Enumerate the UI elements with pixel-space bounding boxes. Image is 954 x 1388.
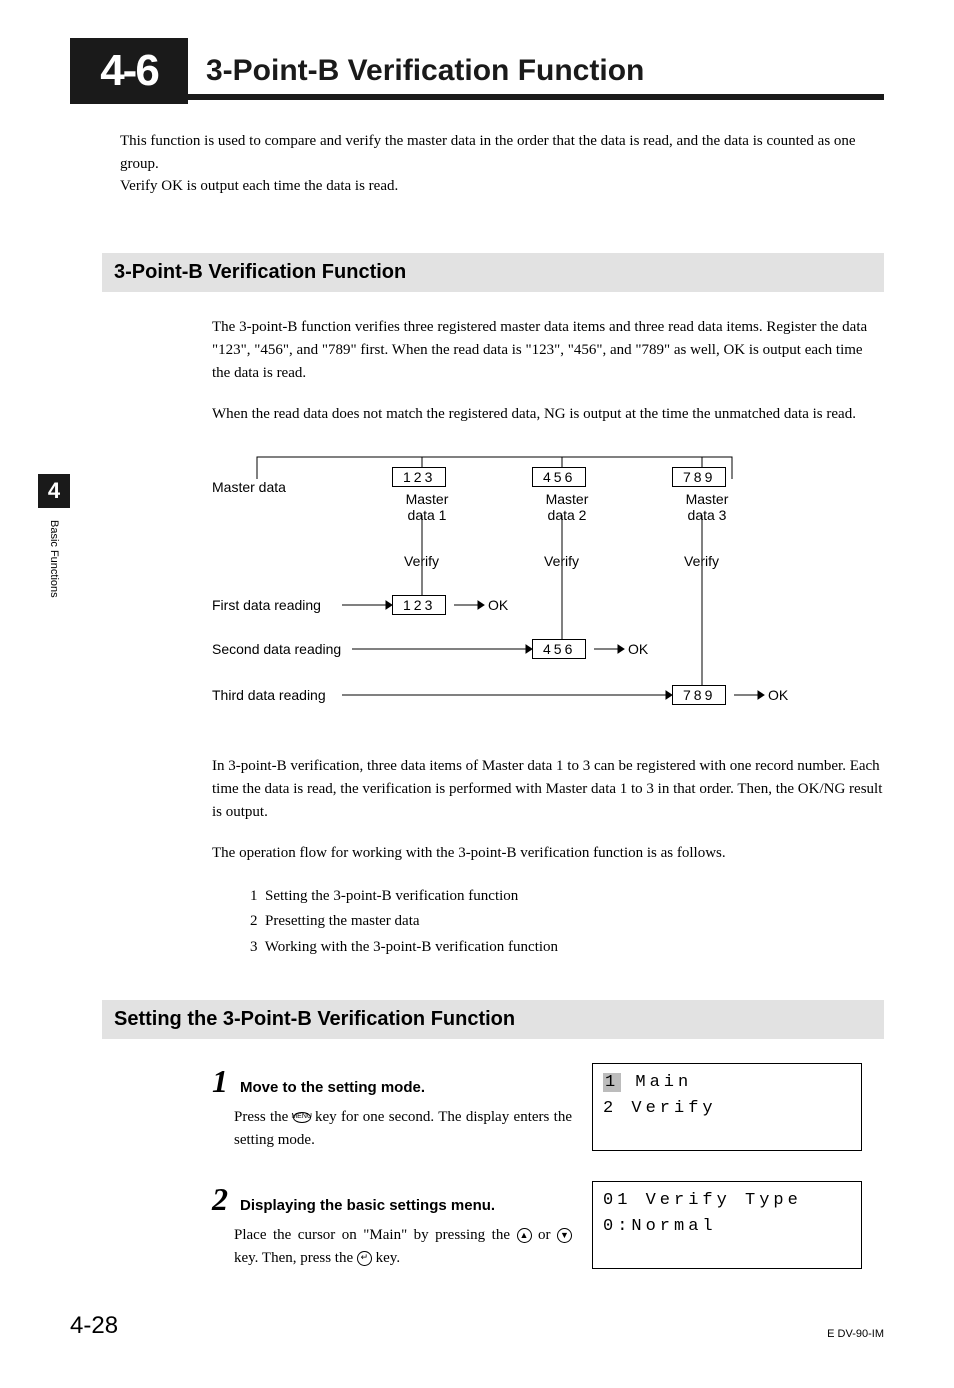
diagram-reading-box: 456	[532, 639, 586, 659]
diagram-reading-label: Third data reading	[212, 687, 326, 703]
up-key-icon: ▲	[517, 1228, 532, 1243]
diagram-master-box: 123	[392, 467, 446, 487]
step-body: Place the cursor on "Main" by pressing t…	[234, 1224, 572, 1269]
list-item: 2 Presetting the master data	[250, 909, 884, 935]
diagram-verify-label: Verify	[684, 553, 719, 569]
step: 1 Move to the setting mode. Press the ME…	[212, 1063, 884, 1151]
diagram-result-label: OK	[628, 641, 648, 657]
down-key-icon: ▼	[557, 1228, 572, 1243]
verification-diagram: Master data 123 Master data 1 456 Master…	[212, 447, 822, 737]
body-paragraph: The 3-point-B function verifies three re…	[212, 316, 884, 386]
side-tab-number: 4	[38, 474, 70, 508]
diagram-reading-box: 123	[392, 595, 446, 615]
body-paragraph: The operation flow for working with the …	[212, 842, 884, 865]
diagram-master-label: Master data 2	[540, 491, 594, 525]
diagram-result-label: OK	[768, 687, 788, 703]
diagram-master-label: Master data	[212, 479, 286, 495]
menu-key-icon: MENU	[293, 1112, 311, 1123]
list-item: 3 Working with the 3-point-B verificatio…	[250, 935, 884, 961]
page-title: 3-Point-B Verification Function	[206, 54, 884, 88]
body-paragraph: When the read data does not match the re…	[212, 403, 884, 426]
side-tab-label: Basic Functions	[48, 520, 60, 598]
diagram-verify-label: Verify	[544, 553, 579, 569]
subsection-heading: 3-Point-B Verification Function	[102, 253, 884, 292]
diagram-master-box: 456	[532, 467, 586, 487]
list-item: 1 Setting the 3-point-B verification fun…	[250, 884, 884, 910]
diagram-reading-label: Second data reading	[212, 641, 341, 657]
diagram-verify-label: Verify	[404, 553, 439, 569]
body-paragraph: In 3-point-B verification, three data it…	[212, 755, 884, 825]
step: 2 Displaying the basic settings menu. Pl…	[212, 1181, 884, 1269]
step-title: Displaying the basic settings menu.	[240, 1197, 495, 1214]
intro-line1: This function is used to compare and ver…	[120, 130, 884, 175]
diagram-reading-box: 789	[672, 685, 726, 705]
diagram-reading-label: First data reading	[212, 597, 321, 613]
intro-line2: Verify OK is output each time the data i…	[120, 175, 884, 198]
subsection-heading: Setting the 3-Point-B Verification Funct…	[102, 1000, 884, 1039]
page-number: 4-28	[70, 1312, 118, 1340]
lcd-display: 1 Main 2 Verify	[592, 1063, 862, 1151]
header: 4-6 3-Point-B Verification Function	[70, 36, 884, 106]
diagram-master-label: Master data 3	[680, 491, 734, 525]
lcd-display: 01 Verify Type 0:Normal	[592, 1181, 862, 1269]
numbered-list: 1 Setting the 3-point-B verification fun…	[250, 884, 884, 961]
step-number: 2	[212, 1181, 228, 1218]
enter-key-icon: ↵	[357, 1251, 372, 1266]
side-tab: 4 Basic Functions	[38, 474, 70, 598]
intro-paragraph: This function is used to compare and ver…	[120, 130, 884, 198]
diagram-master-box: 789	[672, 467, 726, 487]
step-number: 1	[212, 1063, 228, 1100]
diagram-result-label: OK	[488, 597, 508, 613]
page-footer: 4-28 E DV-90-IM	[70, 1312, 884, 1340]
diagram-master-label: Master data 1	[400, 491, 454, 525]
step-title: Move to the setting mode.	[240, 1079, 425, 1096]
step-body: Press the MENU key for one second. The d…	[234, 1106, 572, 1151]
section-number: 4-6	[70, 38, 188, 104]
doc-code: E DV-90-IM	[827, 1328, 884, 1340]
